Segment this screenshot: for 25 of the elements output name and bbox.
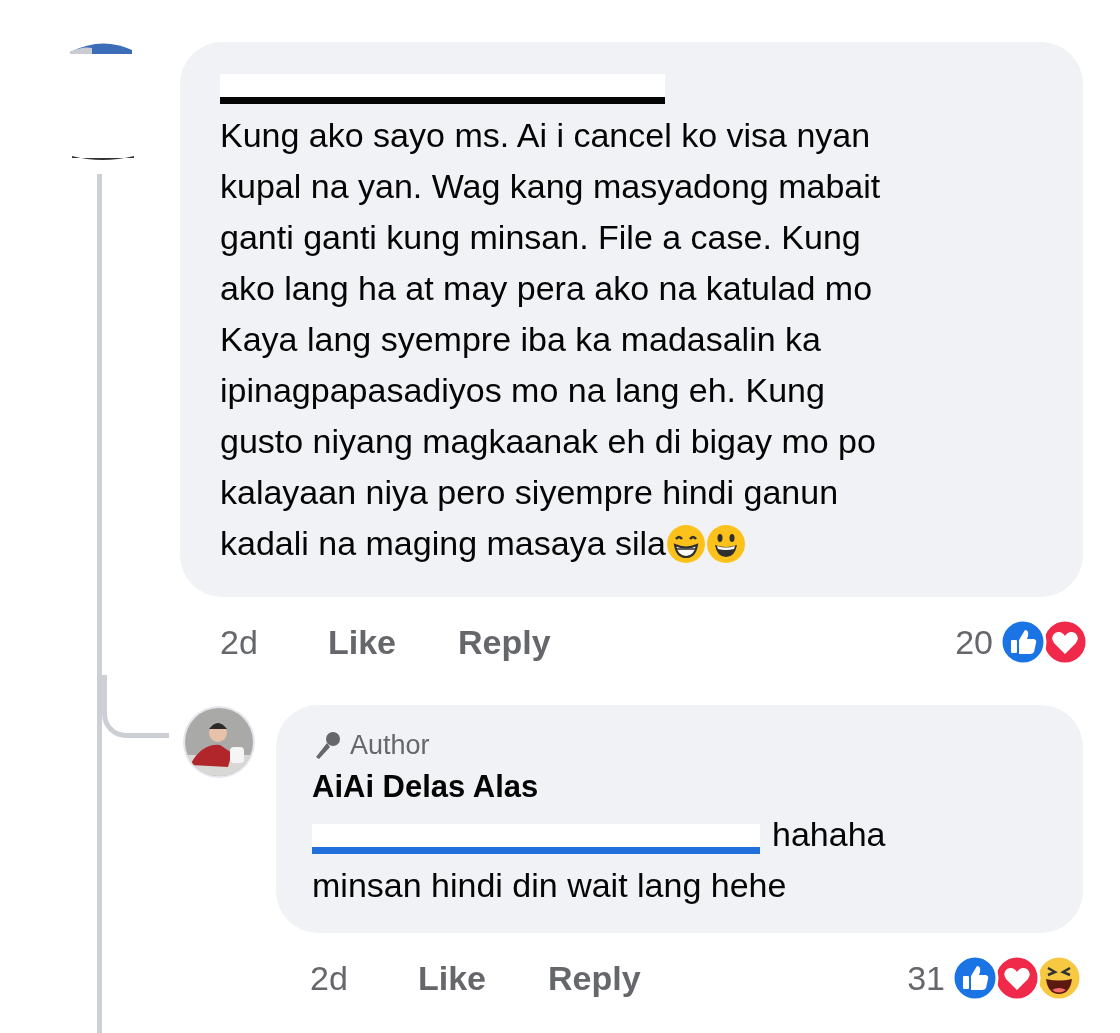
comment-text: ganti ganti kung minsan. File a case. Kung [220,217,861,258]
comment-text: ipinagpapasadiyos mo na lang eh. Kung [220,370,825,411]
comment-text: kalayaan niya pero siyempre hindi ganun [220,472,839,513]
like-reaction-icon [999,618,1047,666]
reply-link[interactable]: Reply [548,958,641,998]
comment-text: ako lang ha at may pera ako na katulad mo [220,268,873,309]
reply-text: hahaha [772,814,886,855]
comment-time: 2d [220,622,259,662]
reaction-count: 31 [907,958,945,998]
reaction-count: 20 [955,622,993,662]
like-reaction-icon [951,954,999,1002]
smiling-emoji-icon [706,523,747,564]
like-link[interactable]: Like [418,958,487,998]
comment-text: Kung ako sayo ms. Ai i cancel ko visa nyan [220,115,871,156]
commenter-name[interactable]: AiAi Delas Alas [312,765,1043,809]
comment-text: gusto niyang magkaanak eh di bigay mo po [220,421,876,462]
author-label: Author [350,729,430,761]
comment-text: kupal na yan. Wag kang masyadong mabait [220,166,881,207]
reply-text: minsan hindi din wait lang hehe [312,865,787,906]
reply-link[interactable]: Reply [458,622,551,662]
comment-text: kadali na maging masaya sila [220,523,667,564]
comment-text: Kaya lang syempre iba ka madasalin ka [220,319,821,360]
grinning-emoji-icon [666,523,707,564]
like-link[interactable]: Like [328,622,397,662]
comment-time: 2d [310,958,349,998]
